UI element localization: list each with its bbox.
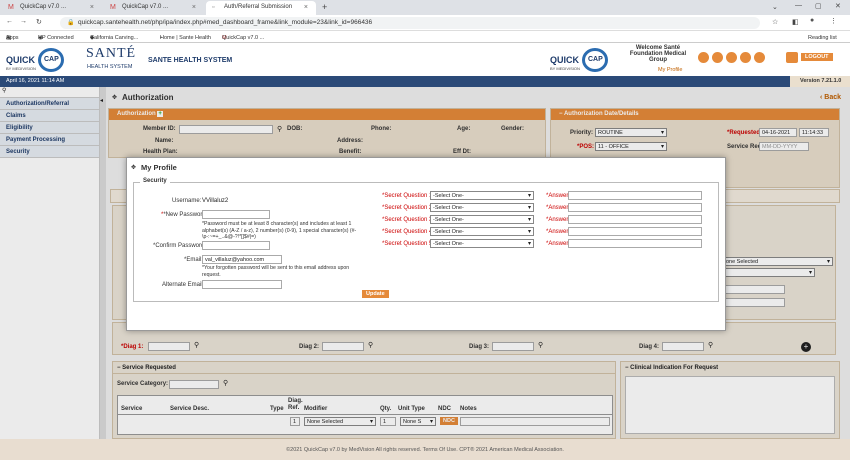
logout-button[interactable]: LOGOUT (801, 53, 833, 61)
logout-icon[interactable] (786, 52, 798, 63)
quickcap-logo-right: QUICK CAP BY MEDIVISION (550, 46, 610, 74)
address-bar-row: ← → ↻ 🔒 quickcap.santehealth.net/php/ipa… (0, 15, 850, 31)
security-fieldset: Security Username: VVillaluz2 **New Pass… (133, 178, 719, 302)
close-tab-icon[interactable]: × (192, 4, 196, 11)
quickcap-logo: QUICK CAP BY MEDIVISION (6, 46, 66, 74)
maximize-icon[interactable]: ▢ (815, 2, 822, 10)
app-header: QUICK CAP BY MEDIVISION SANTÉ HEALTH SYS… (0, 43, 850, 76)
secret-answer-4-input[interactable] (568, 227, 702, 236)
close-tab-icon[interactable]: × (304, 4, 308, 11)
chevron-down-icon[interactable]: ⌄ (772, 3, 778, 11)
back-arrow-icon[interactable]: ← (6, 18, 13, 25)
mail-icon[interactable] (712, 52, 723, 63)
browser-tab-bar: M QuickCap v7.0 ... × M QuickCap v7.0 ..… (0, 0, 850, 15)
secret-question-3-select[interactable]: -Select One- (430, 215, 534, 224)
bookmarks-bar: ▦ Apps ◉ HP Connected ◆ California Carvi… (0, 31, 850, 43)
update-button[interactable]: Update (362, 290, 389, 298)
profile-icon[interactable]: ● (810, 17, 814, 24)
reports-icon[interactable] (740, 52, 751, 63)
secret-answer-1-input[interactable] (568, 191, 702, 200)
my-profile-link[interactable]: My Profile (658, 67, 682, 73)
secret-answer-2-input[interactable] (568, 203, 702, 212)
secret-answer-3-input[interactable] (568, 215, 702, 224)
star-icon[interactable]: ☆ (772, 18, 778, 26)
gmail-icon: M (110, 4, 116, 11)
secret-question-1-select[interactable]: -Select One- (430, 191, 534, 200)
confirm-password-input[interactable] (202, 241, 270, 250)
expand-icon: ✥ (131, 165, 137, 171)
welcome-text: Welcome Santé Foundation Medical Group (629, 45, 687, 63)
date-time: April 16, 2021 11:14 AM (6, 78, 65, 84)
alternate-email-input[interactable] (202, 280, 282, 289)
new-tab-icon[interactable]: + (322, 2, 327, 12)
secret-question-4-select[interactable]: -Select One- (430, 227, 534, 236)
more-menu-icon[interactable]: ⋮ (830, 17, 837, 25)
secret-question-2-select[interactable]: -Select One- (430, 203, 534, 212)
alert-icon[interactable] (698, 52, 709, 63)
forward-arrow-icon[interactable]: → (20, 18, 27, 25)
secret-question-5-select[interactable]: -Select One- (430, 239, 534, 248)
page-icon: ▫ (212, 4, 215, 11)
reload-icon[interactable]: ↻ (36, 18, 42, 26)
browser-tab-3[interactable]: ▫ Auth/Referral Submission × (206, 1, 316, 15)
browser-tab-2[interactable]: M QuickCap v7.0 ... × (104, 1, 204, 15)
new-password-input[interactable] (202, 210, 270, 219)
close-window-icon[interactable]: ✕ (835, 2, 841, 10)
gmail-icon: M (8, 4, 14, 11)
my-profile-dialog: ✥ My Profile Security Username: VVillalu… (126, 157, 726, 331)
extension-icon[interactable]: ◧ (792, 18, 799, 26)
url-input[interactable]: 🔒 quickcap.santehealth.net/php/ipa/index… (60, 17, 760, 29)
dialog-title: My Profile (141, 163, 177, 172)
help-icon[interactable] (754, 52, 765, 63)
security-legend: Security (140, 178, 170, 184)
browser-tab-1[interactable]: M QuickCap v7.0 ... × (2, 1, 102, 15)
footer: ©2021 QuickCap v7.0 by MedVision All rig… (0, 439, 850, 460)
lock-icon: 🔒 (67, 20, 75, 26)
close-tab-icon[interactable]: × (90, 4, 94, 11)
version-label: Version 7.21.1.0 (790, 76, 850, 87)
email-input[interactable]: val_villaluz@yahoo.com (202, 255, 282, 264)
secret-answer-5-input[interactable] (568, 239, 702, 248)
username-value: VVillaluz2 (202, 198, 229, 204)
status-bar: April 16, 2021 11:14 AM Version 7.21.1.0 (0, 76, 850, 87)
message-icon[interactable] (726, 52, 737, 63)
system-name: SANTE HEALTH SYSTEM (148, 57, 233, 64)
password-hint: *Password must be at least 8 character(s… (202, 221, 357, 240)
minimize-icon[interactable]: — (795, 2, 802, 9)
email-hint: *Your forgotten password will be sent to… (202, 265, 350, 278)
